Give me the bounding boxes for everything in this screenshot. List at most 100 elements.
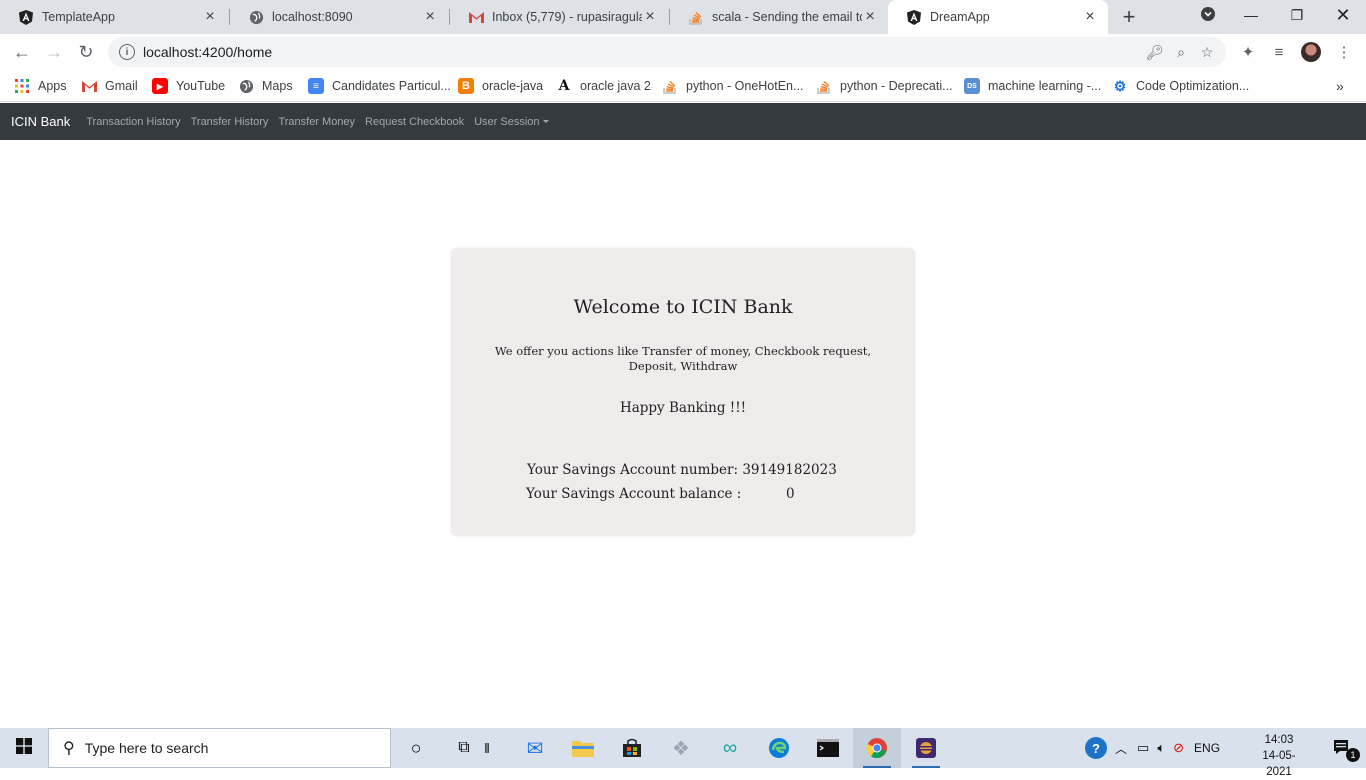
bookmark-label: python - Deprecati... xyxy=(840,79,953,93)
tab-title: TemplateApp xyxy=(42,10,115,24)
bookmark-apps[interactable]: Apps xyxy=(14,76,67,96)
back-button[interactable]: ← xyxy=(10,40,34,64)
bookmark-code-optimization[interactable]: ⚙ Code Optimization... xyxy=(1112,76,1250,96)
eclipse-icon[interactable] xyxy=(902,728,950,768)
close-icon[interactable]: × xyxy=(422,8,438,25)
volume-icon[interactable]: 🔈︎ xyxy=(1157,740,1165,756)
bookmark-python-onehot[interactable]: python - OneHotEn... xyxy=(662,76,803,96)
address-url[interactable]: localhost:4200/home xyxy=(143,44,1142,60)
stackoverflow-icon xyxy=(816,78,832,94)
language-indicator[interactable]: ENG xyxy=(1194,741,1220,755)
bookmark-youtube[interactable]: ▶ YouTube xyxy=(152,76,225,96)
tab-title: Inbox (5,779) - rupasiragula@ xyxy=(492,10,642,24)
windows-taskbar: ⚲ Type here to search ○ ⧉ ‖ ✉ ❖ ∞ ? ︿ ▭ … xyxy=(0,728,1366,778)
extensions-icon[interactable]: ✦ xyxy=(1236,40,1260,64)
bookmark-oracle-java-2[interactable]: A oracle java 2 xyxy=(556,76,651,96)
avatar[interactable] xyxy=(1301,42,1321,62)
minimize-button[interactable]: — xyxy=(1228,0,1274,30)
taskbar-search-placeholder: Type here to search xyxy=(84,740,209,756)
bookmark-gmail[interactable]: Gmail xyxy=(81,76,138,96)
forward-button[interactable]: → xyxy=(42,40,66,64)
tab-dreamapp[interactable]: DreamApp × xyxy=(888,0,1108,34)
close-window-button[interactable]: ✕ xyxy=(1320,0,1366,30)
close-icon[interactable]: × xyxy=(202,8,218,25)
close-icon[interactable]: × xyxy=(1082,8,1098,25)
nav-user-session-dropdown[interactable]: User Session xyxy=(474,115,549,128)
reload-button[interactable]: ↻ xyxy=(74,40,98,64)
angular-icon xyxy=(18,9,34,25)
bookmark-oracle-java[interactable]: B oracle-java xyxy=(458,76,543,96)
tab-gmail-inbox[interactable]: Inbox (5,779) - rupasiragula@ × xyxy=(450,0,668,34)
bookmarks-bar: Apps Gmail ▶ YouTube Maps ≡ Candidates P… xyxy=(0,70,1366,102)
chevron-up-icon[interactable]: ︿ xyxy=(1115,740,1127,757)
bookmark-label: Gmail xyxy=(105,79,138,93)
brand-link[interactable]: ICIN Bank xyxy=(11,114,70,129)
zoom-icon[interactable]: ⌕ xyxy=(1168,39,1194,65)
search-icon: ⚲ xyxy=(63,740,75,757)
bookmark-label: Apps xyxy=(38,79,67,93)
restore-button[interactable]: ❐ xyxy=(1274,0,1320,30)
nav-transfer-money[interactable]: Transfer Money xyxy=(278,116,355,128)
gear-icon: ⚙ xyxy=(1113,77,1127,94)
close-icon[interactable]: × xyxy=(862,8,878,25)
tab-localhost-8090[interactable]: localhost:8090 × xyxy=(230,0,448,34)
youtube-icon: ▶ xyxy=(152,78,168,94)
system-tray: ? ︿ ▭ 🔈︎ ⊘ ENG xyxy=(1085,728,1230,768)
battery-icon[interactable]: ▭ xyxy=(1137,740,1149,756)
chevron-down-icon xyxy=(1201,6,1215,24)
minimize-icon: — xyxy=(1244,7,1258,23)
gmail-icon xyxy=(468,9,484,25)
close-icon[interactable]: × xyxy=(642,8,658,25)
nav-request-checkbook[interactable]: Request Checkbook xyxy=(365,116,464,128)
nav-transfer-history[interactable]: Transfer History xyxy=(191,116,269,128)
network-error-icon[interactable]: ⊘ xyxy=(1173,740,1184,756)
reload-icon: ↻ xyxy=(78,41,94,62)
bookmark-label: oracle java 2 xyxy=(580,79,651,93)
clock-time: 14:03 xyxy=(1264,734,1294,746)
bookmark-python-deprecation[interactable]: python - Deprecati... xyxy=(816,76,953,96)
infinity-app-icon[interactable]: ∞ xyxy=(706,728,754,768)
bookmark-label: machine learning -... xyxy=(988,79,1102,93)
key-icon[interactable]: 🔑︎ xyxy=(1142,39,1168,65)
menu-icon[interactable]: ⋮ xyxy=(1332,40,1356,64)
bookmark-maps[interactable]: Maps xyxy=(238,76,293,96)
notification-center-icon[interactable]: 1 xyxy=(1318,728,1366,768)
account-number-line: Your Savings Account number: 39149182023 xyxy=(527,462,837,478)
arrow-right-icon: → xyxy=(45,41,63,62)
bookmark-machine-learning[interactable]: DS machine learning -... xyxy=(964,76,1101,96)
welcome-title: Welcome to ICIN Bank xyxy=(573,296,793,318)
restore-icon: ❐ xyxy=(1290,6,1304,23)
clock[interactable]: 14:03 14-05-2021 xyxy=(1252,732,1306,780)
chrome-icon[interactable] xyxy=(853,728,901,768)
happy-banking-text: Happy Banking !!! xyxy=(619,400,747,416)
store-icon[interactable] xyxy=(608,728,656,768)
media-queue-icon[interactable]: ≡ xyxy=(1267,40,1291,64)
stackoverflow-icon xyxy=(662,78,678,94)
browser-tab-strip: TemplateApp × localhost:8090 × Inbox (5,… xyxy=(0,0,1366,34)
tab-templateapp[interactable]: TemplateApp × xyxy=(0,0,228,34)
address-bar[interactable]: i localhost:4200/home 🔑︎ ⌕ ☆ xyxy=(108,37,1226,67)
mail-icon[interactable]: ✉ xyxy=(511,728,559,768)
help-icon[interactable]: ? xyxy=(1085,737,1107,759)
info-icon[interactable]: i xyxy=(119,44,135,60)
new-tab-button[interactable]: + xyxy=(1117,4,1141,29)
star-icon[interactable]: ☆ xyxy=(1194,39,1220,65)
tab-stackoverflow-scala[interactable]: scala - Sending the email to t × xyxy=(670,0,888,34)
nav-transaction-history[interactable]: Transaction History xyxy=(86,116,180,128)
bookmarks-overflow-icon[interactable]: » xyxy=(1336,76,1344,96)
edge-icon[interactable] xyxy=(755,728,803,768)
cortana-icon[interactable]: ○ xyxy=(392,728,440,768)
terminal-icon[interactable] xyxy=(804,728,852,768)
start-button[interactable] xyxy=(0,728,48,768)
file-explorer-icon[interactable] xyxy=(559,728,607,768)
dropbox-icon[interactable]: ❖ xyxy=(657,728,705,768)
globe-icon xyxy=(238,78,254,94)
bookmark-candidates[interactable]: ≡ Candidates Particul... xyxy=(308,76,451,96)
tab-search-button[interactable] xyxy=(1185,0,1231,30)
offer-text: We offer you actions like Transfer of mo… xyxy=(494,344,872,373)
bookmark-label: YouTube xyxy=(176,79,226,93)
google-forms-icon: ≡ xyxy=(308,78,324,94)
angular-icon xyxy=(906,9,922,25)
taskbar-search-box[interactable]: ⚲ Type here to search xyxy=(48,728,391,768)
nav-user-session-label: User Session xyxy=(474,115,540,128)
